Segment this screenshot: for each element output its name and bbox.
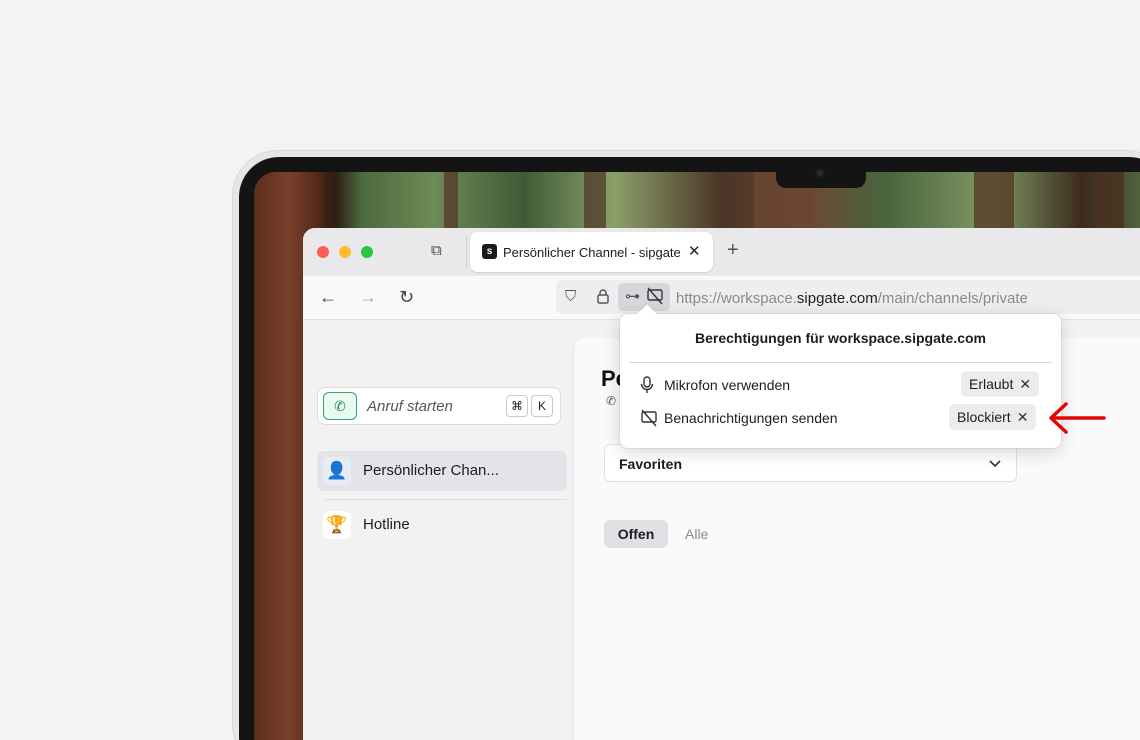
shortcut-key-k: K	[531, 395, 553, 417]
camera-icon	[815, 168, 825, 178]
microphone-icon	[640, 376, 654, 399]
permissions-popover: Berechtigungen für workspace.sipgate.com…	[620, 304, 1061, 448]
person-avatar-icon: 👤	[323, 457, 351, 485]
select-value: Favoriten	[619, 456, 683, 472]
shortcut-key-cmd: ⌘	[506, 395, 528, 417]
annotation-arrow-icon	[1049, 402, 1106, 434]
close-icon[interactable]: ✕	[1019, 376, 1031, 392]
forward-button[interactable]: →	[359, 287, 377, 307]
permission-label: Mikrofon verwenden	[664, 377, 791, 393]
tab-offen[interactable]: Offen	[604, 520, 668, 548]
sidebar-item-label: Persönlicher Chan...	[363, 462, 499, 479]
close-tab-icon[interactable]: ✕	[688, 242, 701, 260]
permissions-icon: ⊶	[625, 288, 640, 305]
start-call-input[interactable]: ✆ Anruf starten ⌘ K	[317, 387, 561, 425]
permission-state-chip[interactable]: Blockiert ✕	[949, 404, 1037, 430]
permission-label: Benachrichtigungen senden	[664, 410, 838, 426]
favorites-select[interactable]: Favoriten	[604, 444, 1017, 482]
notifications-blocked-icon	[640, 409, 658, 432]
sidebar-divider	[325, 499, 567, 500]
phone-icon: ✆	[606, 394, 617, 408]
permission-row-notifications: Benachrichtigungen senden Blockiert ✕	[620, 404, 1061, 432]
reload-button[interactable]: ↻	[399, 287, 414, 307]
phone-icon: ✆	[323, 392, 357, 420]
lock-icon[interactable]	[596, 288, 610, 309]
url-text[interactable]: https://workspace.sipgate.com/main/chann…	[676, 290, 1028, 307]
permission-state: Erlaubt	[969, 376, 1014, 392]
tab-divider	[466, 236, 467, 268]
browser-window: ⧉ s Persönlicher Channel - sipgate ✕ + ←…	[303, 228, 1140, 740]
sidebar-item-hotline[interactable]: 🏆 Hotline	[317, 505, 567, 545]
start-call-placeholder: Anruf starten	[367, 398, 453, 415]
minimize-window-button[interactable]	[339, 246, 351, 258]
chevron-down-icon	[988, 451, 1002, 476]
permission-state: Blockiert	[957, 409, 1011, 425]
sidebar-item-label: Hotline	[363, 516, 410, 533]
tab-active[interactable]: s Persönlicher Channel - sipgate ✕	[470, 232, 713, 272]
popover-divider	[629, 362, 1052, 363]
back-button[interactable]: ←	[319, 287, 337, 307]
trophy-icon: 🏆	[323, 511, 351, 539]
close-icon[interactable]: ✕	[1017, 409, 1029, 425]
sipgate-favicon-icon: s	[482, 244, 497, 259]
close-window-button[interactable]	[317, 246, 329, 258]
permission-state-chip[interactable]: Erlaubt ✕	[961, 371, 1040, 397]
permission-row-microphone: Mikrofon verwenden Erlaubt ✕	[620, 371, 1061, 399]
tab-strip: ⧉ s Persönlicher Channel - sipgate ✕ +	[303, 228, 1140, 276]
maximize-window-button[interactable]	[361, 246, 373, 258]
shield-icon[interactable]: ⛉	[565, 288, 576, 306]
tab-overview-icon[interactable]: ⧉	[431, 243, 449, 259]
tab-alle[interactable]: Alle	[685, 526, 708, 542]
popover-title: Berechtigungen für workspace.sipgate.com	[695, 330, 986, 346]
new-tab-button[interactable]: +	[727, 240, 739, 260]
sidebar-item-personal-channel[interactable]: 👤 Persönlicher Chan...	[317, 451, 567, 491]
tab-title: Persönlicher Channel - sipgate	[503, 245, 681, 260]
